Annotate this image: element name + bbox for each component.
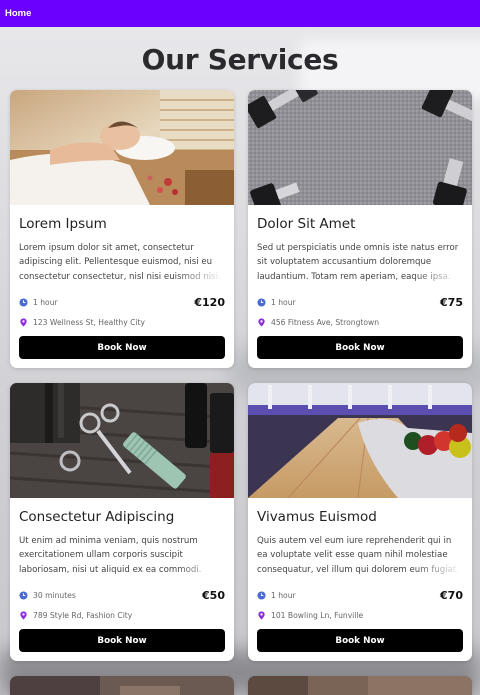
service-image-partial	[248, 676, 472, 695]
clock-icon	[257, 590, 266, 600]
service-duration: 1 hour	[271, 297, 296, 307]
location-pin-icon	[20, 610, 27, 620]
service-price: €75	[440, 295, 463, 309]
location-pin-icon	[258, 610, 265, 620]
nav-home-link[interactable]: Home	[5, 8, 31, 19]
location-pin-icon	[20, 317, 27, 327]
service-description: Sed ut perspiciatis unde omnis iste natu…	[257, 241, 463, 284]
location-pin-icon	[258, 317, 265, 327]
book-now-button[interactable]: Book Now	[257, 629, 463, 652]
page-title: Our Services	[141, 43, 339, 76]
service-price: €50	[202, 588, 225, 602]
service-card: Vivamus Euismod Quis autem vel eum iure …	[248, 383, 472, 661]
service-card: Dolor Sit Amet Sed ut perspiciatis unde …	[248, 90, 472, 368]
service-location: 123 Wellness St, Healthy City	[33, 317, 146, 327]
service-location: 101 Bowling Ln, Funville	[271, 610, 364, 620]
service-card-partial	[10, 676, 234, 695]
service-description: Quis autem vel eum iure reprehenderit qu…	[257, 534, 463, 577]
service-image-bowling	[248, 383, 472, 498]
service-duration: 30 minutes	[33, 590, 76, 600]
service-card: Lorem Ipsum Lorem ipsum dolor sit amet, …	[10, 90, 234, 368]
services-grid: Lorem Ipsum Lorem ipsum dolor sit amet, …	[10, 90, 472, 695]
service-card: Consectetur Adipiscing Ut enim ad minima…	[10, 383, 234, 661]
service-duration: 1 hour	[271, 590, 296, 600]
service-title: Dolor Sit Amet	[257, 216, 356, 232]
clock-icon	[19, 297, 28, 307]
book-now-button[interactable]: Book Now	[19, 336, 225, 359]
service-location: 456 Fitness Ave, Strongtown	[271, 317, 380, 327]
service-image-barber-tools	[10, 383, 234, 498]
service-title: Consectetur Adipiscing	[19, 509, 175, 525]
service-description: Lorem ipsum dolor sit amet, consectetur …	[19, 241, 225, 284]
clock-icon	[19, 590, 28, 600]
service-price: €70	[440, 588, 463, 602]
clock-icon	[257, 297, 266, 307]
service-card-partial	[248, 676, 472, 695]
service-price: €120	[194, 295, 225, 309]
service-location: 789 Style Rd, Fashion City	[33, 610, 133, 620]
service-image-partial	[10, 676, 234, 695]
service-description: Ut enim ad minima veniam, quis nostrum e…	[19, 534, 225, 577]
book-now-button[interactable]: Book Now	[19, 629, 225, 652]
book-now-button[interactable]: Book Now	[257, 336, 463, 359]
service-image-dumbbells	[248, 90, 472, 205]
top-navbar: Home	[0, 0, 480, 27]
service-duration: 1 hour	[33, 297, 58, 307]
service-title: Lorem Ipsum	[19, 216, 107, 232]
service-image-spa	[10, 90, 234, 205]
service-title: Vivamus Euismod	[257, 509, 377, 525]
